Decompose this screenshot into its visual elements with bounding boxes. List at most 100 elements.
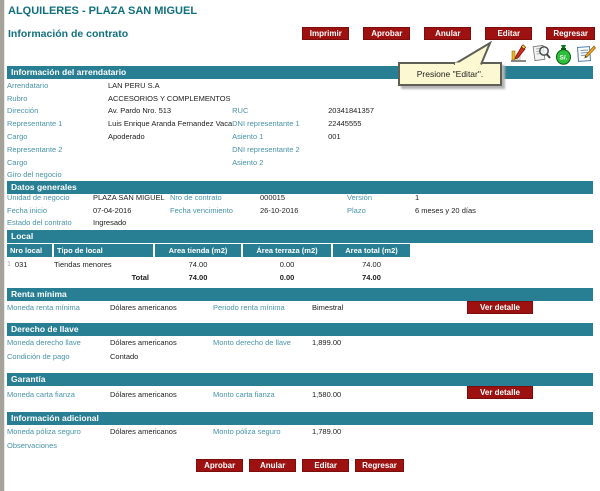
field-label: Cargo <box>7 158 108 167</box>
field-label: Cargo <box>7 132 108 141</box>
money-bag-icon[interactable]: S/. <box>553 43 574 65</box>
local-col-area-terraza: Área terraza (m2) <box>243 244 331 257</box>
tooltip-text: Presione "Editar". <box>417 69 484 79</box>
local-area-terraza-value: 0.00 <box>243 260 331 269</box>
field-label: Dirección <box>7 106 108 115</box>
local-table-total-row: Total 74.00 0.00 74.00 <box>7 271 593 284</box>
field-value: 001 <box>328 132 593 141</box>
local-area-tienda-value: 74.00 <box>155 260 241 269</box>
field-label: Moneda carta fianza <box>7 390 110 399</box>
local-nro-value: 031 <box>15 260 28 269</box>
aprobar-button[interactable]: Aprobar <box>363 27 410 40</box>
aprobar-button-bottom[interactable]: Aprobar <box>196 459 243 472</box>
money-bag-label: S/. <box>560 55 568 62</box>
local-total-label: Total <box>54 273 153 282</box>
field-value: 07-04-2016 <box>93 206 170 215</box>
local-col-tipo: Tipo de local <box>54 244 153 257</box>
field-label: Monto póliza seguro <box>213 427 312 436</box>
row-index: 1 <box>7 261 11 268</box>
field-label: Plazo <box>347 206 415 215</box>
left-border-strip <box>0 0 5 491</box>
local-total-area: 74.00 <box>333 273 410 282</box>
editar-button[interactable]: Editar <box>485 27 532 40</box>
regresar-button-bottom[interactable]: Regresar <box>355 459 404 472</box>
field-value: Dólares americanos <box>110 390 213 399</box>
section-header-arrendatario: Información del arrendatario <box>7 66 593 79</box>
top-toolbar: Imprimir Aprobar Anular Editar Regresar <box>302 27 595 40</box>
field-label: Nro de contrato <box>170 193 260 202</box>
field-label: Fecha inicio <box>7 206 93 215</box>
field-value: 1 <box>415 193 593 202</box>
local-total-terraza: 0.00 <box>243 273 331 282</box>
info-adicional-fields: Moneda póliza seguroDólares americanosMo… <box>7 425 593 453</box>
local-tipo-value: Tiendas menores <box>54 260 153 269</box>
local-col-nro: Nro local <box>7 244 52 257</box>
page-subtitle: Información de contrato <box>8 28 128 40</box>
field-value: Apoderado <box>108 132 232 141</box>
local-table-header: Nro local Tipo de local Area tienda (m2)… <box>7 244 593 257</box>
local-table-row: 1031 Tiendas menores 74.00 0.00 74.00 <box>7 258 593 271</box>
field-label: Arrendatario <box>7 81 108 90</box>
editar-button-bottom[interactable]: Editar <box>302 459 349 472</box>
field-label: Moneda derecho llave <box>7 338 110 347</box>
imprimir-button[interactable]: Imprimir <box>302 27 349 40</box>
field-value: Dólares americanos <box>110 427 213 436</box>
field-label: Versión <box>347 193 415 202</box>
tooltip-tail <box>440 41 510 65</box>
ver-detalle-garantia-button[interactable]: Ver detalle <box>467 386 533 399</box>
field-value: 1,580.00 <box>312 390 593 399</box>
datos-generales-fields: Unidad de negocioPLAZA SAN MIGUELNro de … <box>7 191 593 229</box>
field-label: Representante 1 <box>7 119 108 128</box>
notepad-edit-icon[interactable] <box>575 43 596 65</box>
local-col-area-tienda: Area tienda (m2) <box>155 244 241 257</box>
field-label: Fecha vencimiento <box>170 206 260 215</box>
field-value: 26-10-2016 <box>260 206 347 215</box>
footer-toolbar: Aprobar Anular Editar Regresar <box>0 459 600 472</box>
field-label: RUC <box>232 106 328 115</box>
field-label: Periodo renta mínima <box>213 303 312 312</box>
field-value: 1,899.00 <box>312 338 593 347</box>
field-label: DNI representante 2 <box>232 145 328 154</box>
field-label: Asiento 2 <box>232 158 328 167</box>
derecho-llave-fields: Moneda derecho llaveDólares americanosMo… <box>7 336 593 364</box>
section-header-derecho-llave: Derecho de llave <box>7 323 593 336</box>
field-value: 20341841357 <box>328 106 593 115</box>
report-chart-icon[interactable] <box>509 43 530 65</box>
field-value: PLAZA SAN MIGUEL <box>93 193 170 202</box>
field-label: Monto derecho de llave <box>213 338 312 347</box>
contract-info-page: ALQUILERES - PLAZA SAN MIGUEL Informació… <box>0 0 600 491</box>
field-value: Av. Pardo Nro. 513 <box>108 106 232 115</box>
action-icons-row: S/. <box>509 43 596 65</box>
arrendatario-fields: ArrendatarioLAN PERU S.A RubroACCESORIOS… <box>7 79 593 181</box>
field-label: DNI representante 1 <box>232 119 328 128</box>
document-search-icon[interactable] <box>531 43 552 65</box>
ver-detalle-renta-button[interactable]: Ver detalle <box>467 301 533 314</box>
page-title: ALQUILERES - PLAZA SAN MIGUEL <box>8 5 197 17</box>
field-value: Luis Enrique Aranda Fernandez Vaca <box>108 119 232 128</box>
field-value: Dólares americanos <box>110 338 213 347</box>
field-value: 1,789.00 <box>312 427 593 436</box>
field-value: ACCESORIOS Y COMPLEMENTOS <box>108 94 232 103</box>
field-value: Dólares americanos <box>110 303 213 312</box>
local-total-tienda: 74.00 <box>155 273 241 282</box>
field-value: 000015 <box>260 193 347 202</box>
field-label: Moneda renta mínima <box>7 303 110 312</box>
field-label: Observaciones <box>7 441 110 450</box>
anular-button[interactable]: Anular <box>424 27 471 40</box>
field-value: 6 meses y 20 días <box>415 206 593 215</box>
field-label: Giro del negocio <box>7 170 108 179</box>
regresar-button[interactable]: Regresar <box>546 27 595 40</box>
field-label: Moneda póliza seguro <box>7 427 110 436</box>
field-value: Contado <box>110 352 213 361</box>
field-value: Bimestral <box>312 303 593 312</box>
field-label: Condición de pago <box>7 352 110 361</box>
field-label: Representante 2 <box>7 145 108 154</box>
section-header-info-adicional: Información adicional <box>7 412 593 425</box>
field-label: Asiento 1 <box>232 132 328 141</box>
field-label: Rubro <box>7 94 108 103</box>
field-value: Ingresado <box>93 218 170 227</box>
field-label: Unidad de negocio <box>7 193 93 202</box>
section-header-local: Local <box>7 230 593 243</box>
anular-button-bottom[interactable]: Anular <box>249 459 296 472</box>
field-label: Monto carta fianza <box>213 390 312 399</box>
